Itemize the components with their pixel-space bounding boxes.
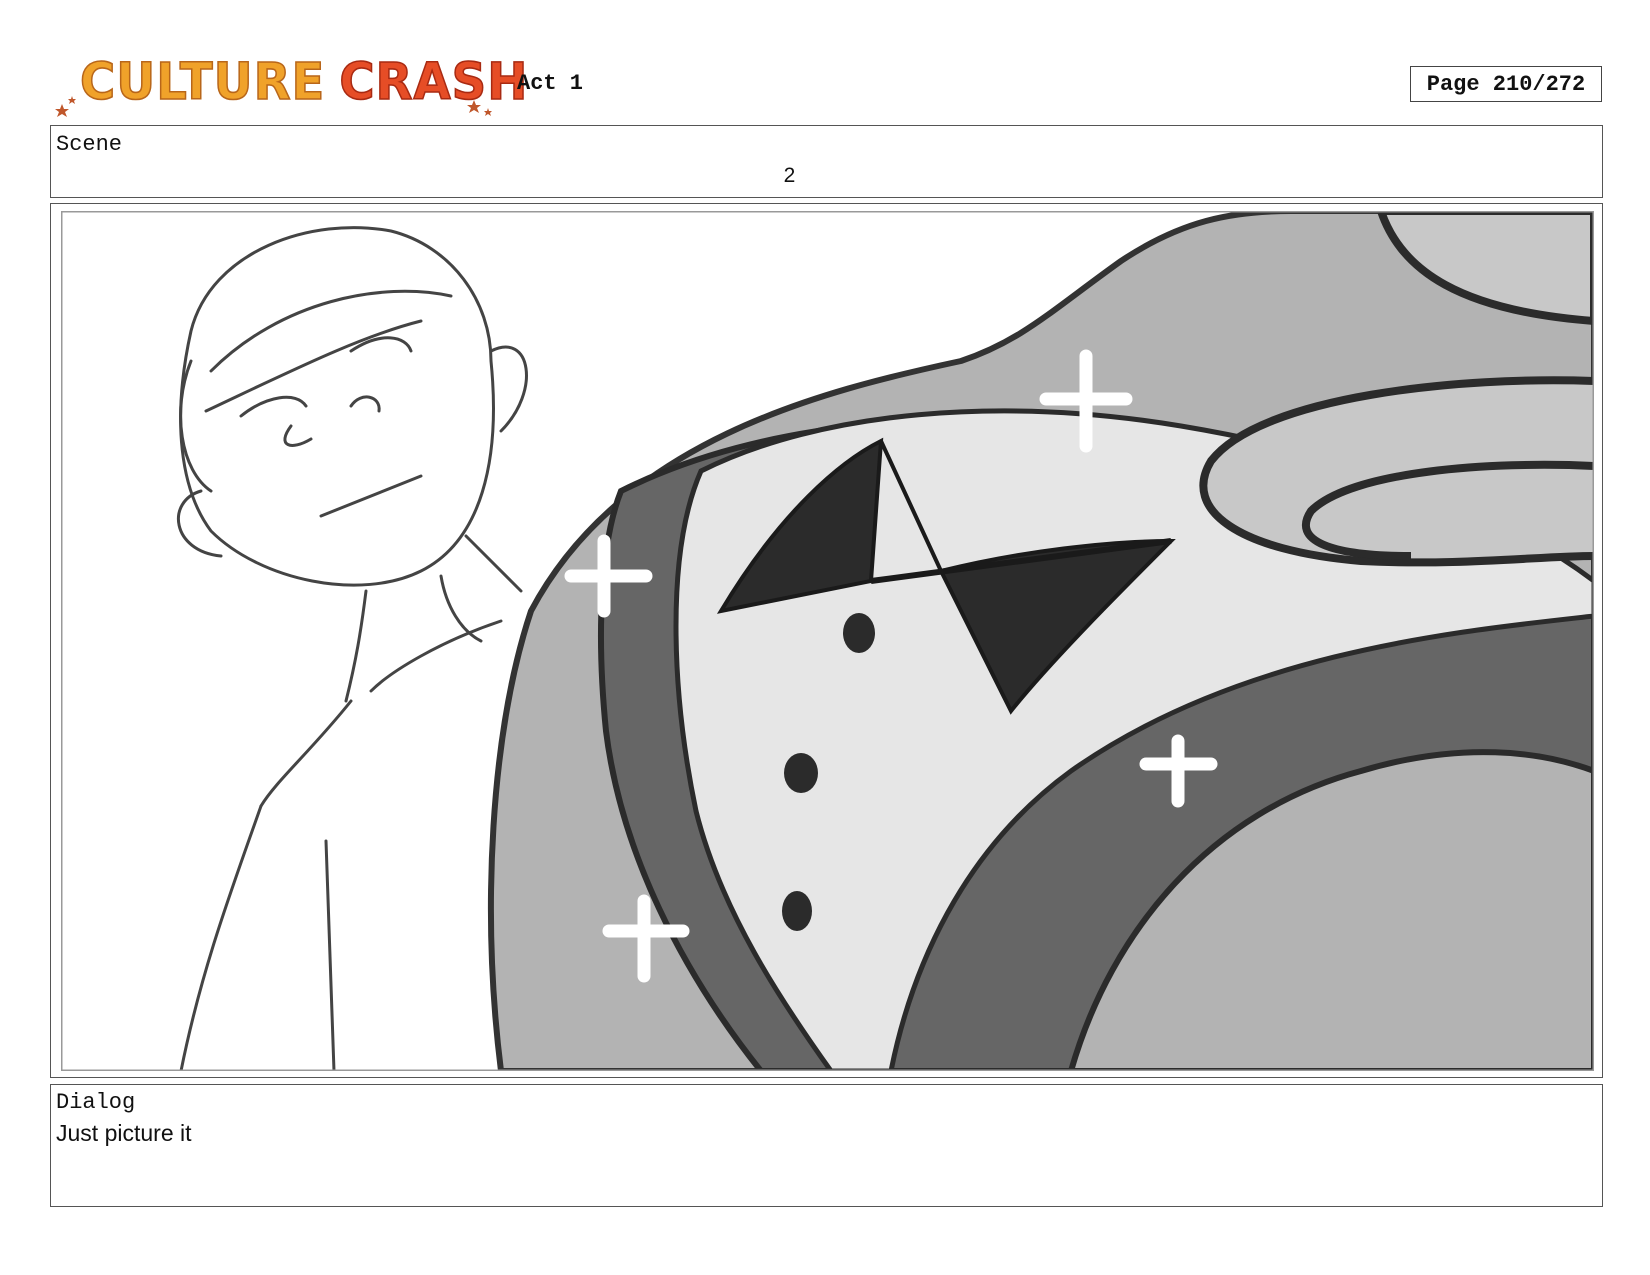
dialog-text: Just picture it [56, 1120, 192, 1146]
scene-box: Scene 2 [50, 125, 1603, 198]
storyboard-sketch-image [61, 211, 1594, 1071]
page-counter: Page 210/272 [1410, 66, 1602, 102]
logo-word-culture: CULTURE [79, 52, 326, 112]
act-label: Act 1 [517, 71, 584, 96]
dialog-box: Dialog Just picture it [50, 1084, 1603, 1207]
scene-number: 2 [783, 164, 796, 187]
culture-crash-logo: CULTURE CRASH [52, 52, 528, 118]
page-counter-text: Page 210/272 [1426, 71, 1586, 97]
storyboard-panel [61, 211, 1594, 1071]
logo-word-crash: CRASH [339, 52, 529, 112]
scene-label: Scene [56, 132, 123, 157]
scene-number-row: 2 [51, 164, 1604, 188]
logo-wordmark: CULTURE CRASH [79, 52, 529, 112]
dialog-label: Dialog [56, 1090, 136, 1115]
page-header: CULTURE CRASH Act 1 Page 210/272 [0, 0, 1650, 120]
